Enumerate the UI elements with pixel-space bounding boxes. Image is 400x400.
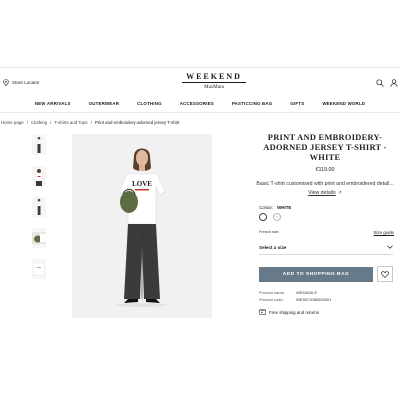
shipping-info[interactable]: Free shipping and returns: [259, 309, 319, 315]
thumbnail-folded-shirt[interactable]: [32, 259, 46, 279]
colour-label: Colour: WHITE: [259, 205, 291, 210]
nav-item-outerwear[interactable]: OUTERWEAR: [89, 101, 120, 106]
breadcrumb-separator: /: [50, 120, 52, 125]
product-code-row: Product code: WE5971066006001: [259, 297, 331, 302]
shipping-label: Free shipping and returns: [269, 309, 320, 315]
product-title: PRINT AND EMBROIDERY-ADORNED JERSEY T-SH…: [263, 133, 387, 162]
pin-icon: [3, 79, 9, 86]
breadcrumb-current: Print and embroidery-adorned jersey T-sh…: [94, 120, 180, 125]
search-icon[interactable]: [376, 79, 384, 87]
colour-value: WHITE: [277, 205, 292, 210]
heart-icon: [381, 270, 389, 278]
logo-rule: [182, 82, 246, 83]
breadcrumb: Home page / Clothing / T-shirts and Tops / Pri…: [1, 120, 179, 125]
view-details-link[interactable]: View details: [308, 190, 336, 196]
shirt-print-text: LOVE: [132, 180, 152, 188]
main-product-image[interactable]: LOVE: [72, 134, 212, 318]
breadcrumb-tshirts-tops[interactable]: T-shirts and Tops: [54, 120, 87, 125]
size-guide-link[interactable]: Size guide: [373, 230, 394, 235]
nav-item-weekend-world[interactable]: WEEKEND WORLD: [322, 101, 365, 106]
wishlist-button[interactable]: [377, 266, 393, 282]
product-code-label: Product code:: [259, 297, 284, 302]
logo-main-text: WEEKEND: [186, 72, 242, 81]
nav-item-clothing[interactable]: CLOTHING: [137, 101, 162, 106]
breadcrumb-home[interactable]: Home page: [1, 120, 24, 125]
thumbnail-bag-detail[interactable]: [32, 228, 46, 248]
product-code-value: WE5971066006001: [296, 297, 332, 302]
swatch-dot: [276, 216, 278, 218]
store-locator-label: Store Locator: [12, 80, 40, 85]
model-photo: LOVE: [72, 134, 212, 318]
product-info-panel: PRINT AND EMBROIDERY-ADORNED JERSEY T-SH…: [254, 133, 396, 197]
thumbnail-top-front[interactable]: [32, 166, 46, 186]
thumbnail-list: [32, 135, 46, 290]
header-top-divider: [0, 67, 400, 68]
color-swatch-white[interactable]: [259, 213, 267, 221]
nav-divider: [0, 112, 400, 113]
product-name-row: Product name: WKDAGILE: [259, 290, 317, 295]
size-select-dropdown[interactable]: Select a size: [259, 244, 393, 255]
store-locator-link[interactable]: Store Locator: [3, 79, 40, 86]
product-name-label: Product name:: [259, 290, 286, 295]
product-price: €119.00: [315, 167, 335, 173]
nav-item-gifts[interactable]: GIFTS: [290, 101, 304, 106]
breadcrumb-clothing[interactable]: Clothing: [31, 120, 47, 125]
product-description: Basic T-shirt customised with print and …: [254, 180, 396, 197]
thumbnail-full-length-front[interactable]: [32, 135, 46, 155]
nav-item-accessories[interactable]: ACCESSORIES: [180, 101, 214, 106]
main-navigation: NEW ARRIVALS OUTERWEAR CLOTHING ACCESSOR…: [0, 101, 400, 106]
nav-item-new-arrivals[interactable]: NEW ARRIVALS: [35, 101, 71, 106]
french-size-label: French size: [259, 230, 279, 234]
header-actions: [376, 79, 398, 87]
brand-logo[interactable]: WEEKEND MaxMara: [182, 72, 246, 91]
description-text: Basic T-shirt customised with print and …: [256, 181, 394, 187]
logo-sub-text: MaxMara: [204, 85, 224, 90]
thumbnail-full-length-side[interactable]: [32, 197, 46, 217]
color-swatch-alternate[interactable]: [273, 213, 281, 221]
size-select-label: Select a size: [259, 244, 287, 250]
chevron-down-icon: [387, 245, 393, 249]
colour-label-text: Colour:: [259, 205, 274, 210]
user-icon[interactable]: [390, 79, 398, 87]
product-name-value: WKDAGILE: [296, 290, 318, 295]
breadcrumb-separator: /: [26, 120, 28, 125]
nav-item-pasticcino-bag[interactable]: PASTICCINO BAG: [232, 101, 273, 106]
arrow-right-icon: ↗: [337, 189, 342, 196]
breadcrumb-separator: /: [90, 120, 92, 125]
add-to-bag-button[interactable]: ADD TO SHOPPING BAG: [259, 267, 373, 282]
return-box-icon: [259, 309, 266, 315]
